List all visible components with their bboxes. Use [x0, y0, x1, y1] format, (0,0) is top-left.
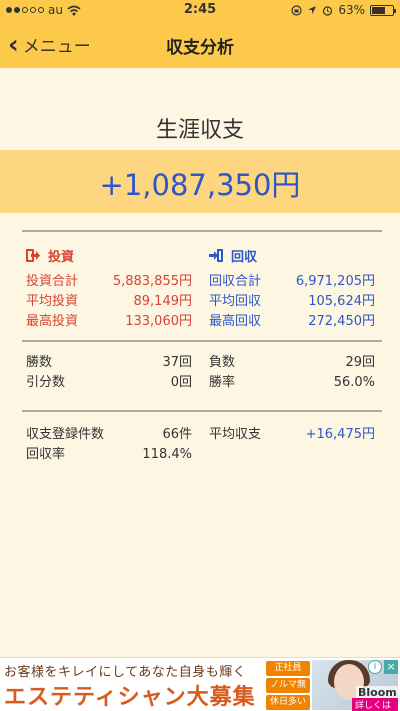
divider — [22, 340, 382, 342]
ad-headline: エステティシャン大募集 — [4, 685, 256, 710]
ad-banner[interactable]: お客様をキレイにしてあなた自身も輝く エステティシャン大募集 正社員 ノルマ無 … — [0, 657, 400, 711]
recovery-row: 回収合計 6,971,205円 — [209, 274, 375, 289]
recovery-section: 回収 回収合計 6,971,205円 平均回収 105,624円 最高回収 272,4… — [209, 244, 375, 332]
recovery-row: 平均回収 105,624円 — [209, 294, 375, 309]
battery-icon — [370, 4, 396, 16]
stats-row: 回収率 118.4% — [26, 447, 192, 462]
record-row: 引分数 0回 — [26, 375, 192, 390]
divider — [22, 410, 382, 412]
enter-icon — [209, 248, 223, 262]
investment-row: 最高投資 133,060円 — [26, 314, 192, 329]
stats-row: 収支登録件数 66件 — [26, 427, 192, 442]
record-row: 勝数 37回 — [26, 355, 192, 370]
status-bar: au 2:45 63% — [0, 0, 400, 20]
recovery-header: 回収 — [209, 244, 375, 266]
ad-info-icon[interactable]: i — [368, 660, 382, 674]
lifetime-total: +1,087,350円 — [99, 168, 301, 202]
divider — [22, 230, 382, 232]
location-icon — [308, 6, 317, 14]
investment-row: 平均投資 89,149円 — [26, 294, 192, 309]
record-left: 勝数 37回 引分数 0回 — [26, 353, 192, 393]
total-band: +1,087,350円 — [0, 150, 400, 213]
stats-row: 平均収支 +16,475円 — [209, 427, 375, 442]
alarm-icon — [323, 5, 333, 16]
investment-section: 投資 投資合計 5,883,855円 平均投資 89,149円 最高投資 133,06… — [26, 244, 192, 332]
ad-tagline: お客様をキレイにしてあなた自身も輝く — [4, 665, 247, 680]
battery-percent: 63% — [338, 3, 365, 17]
record-right: 負数 29回 勝率 56.0% — [209, 353, 375, 393]
record-row: 勝率 56.0% — [209, 375, 375, 390]
ad-more-link[interactable]: 詳しくはこちら — [352, 698, 398, 711]
recovery-row: 最高回収 272,450円 — [209, 314, 375, 329]
summary-title: 生涯収支 — [155, 118, 244, 143]
ad-tag: 正社員 — [266, 661, 310, 676]
nav-bar: ‹ メニュー 収支分析 — [0, 20, 400, 68]
stats-left: 収支登録件数 66件 回収率 118.4% — [26, 425, 192, 465]
rotation-lock-icon — [291, 4, 302, 16]
investment-header: 投資 — [26, 244, 192, 266]
stats-right: 平均収支 +16,475円 — [209, 425, 375, 445]
ad-close-icon[interactable]: × — [384, 660, 398, 674]
investment-row: 投資合計 5,883,855円 — [26, 274, 192, 289]
ad-tag: 休日多い — [266, 695, 310, 710]
record-row: 負数 29回 — [209, 355, 375, 370]
exit-icon — [26, 248, 40, 262]
ad-tag: ノルマ無 — [266, 678, 310, 693]
ad-tags: 正社員 ノルマ無 休日多い — [266, 661, 310, 710]
page-title: 収支分析 — [166, 38, 234, 58]
